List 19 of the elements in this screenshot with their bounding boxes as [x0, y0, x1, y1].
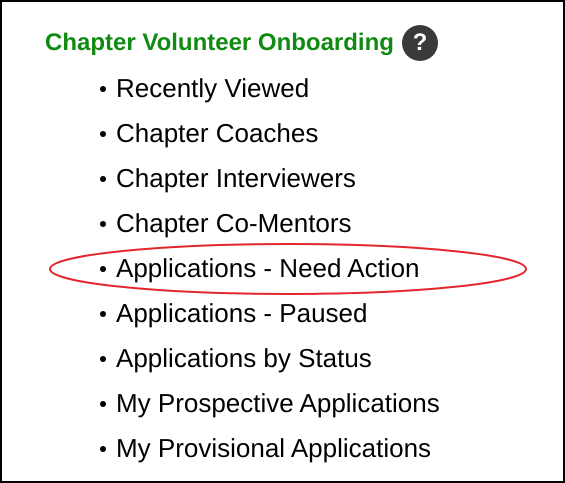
bullet-icon — [100, 176, 106, 182]
section-title: Chapter Volunteer Onboarding — [45, 28, 394, 58]
bullet-icon — [100, 446, 106, 452]
bullet-icon — [100, 266, 106, 272]
bullet-icon — [100, 310, 106, 316]
help-icon[interactable]: ? — [402, 25, 438, 61]
menu-link[interactable]: Applications - Paused — [116, 294, 368, 333]
bullet-icon — [100, 400, 106, 406]
menu-link[interactable]: Applications by Status — [116, 339, 372, 378]
bullet-icon — [100, 130, 106, 136]
menu-link[interactable]: Chapter Coaches — [116, 114, 318, 153]
menu-link[interactable]: Chapter Interviewers — [116, 159, 356, 198]
menu-link[interactable]: My Provisional Applications — [116, 429, 432, 468]
bullet-icon — [100, 220, 106, 226]
menu-link[interactable]: Chapter Co-Mentors — [116, 204, 352, 243]
menu-link[interactable]: Recently Viewed — [116, 69, 310, 108]
bullet-icon — [100, 86, 106, 92]
menu-link[interactable]: My Prospective Applications — [116, 384, 440, 423]
bullet-icon — [100, 356, 106, 362]
